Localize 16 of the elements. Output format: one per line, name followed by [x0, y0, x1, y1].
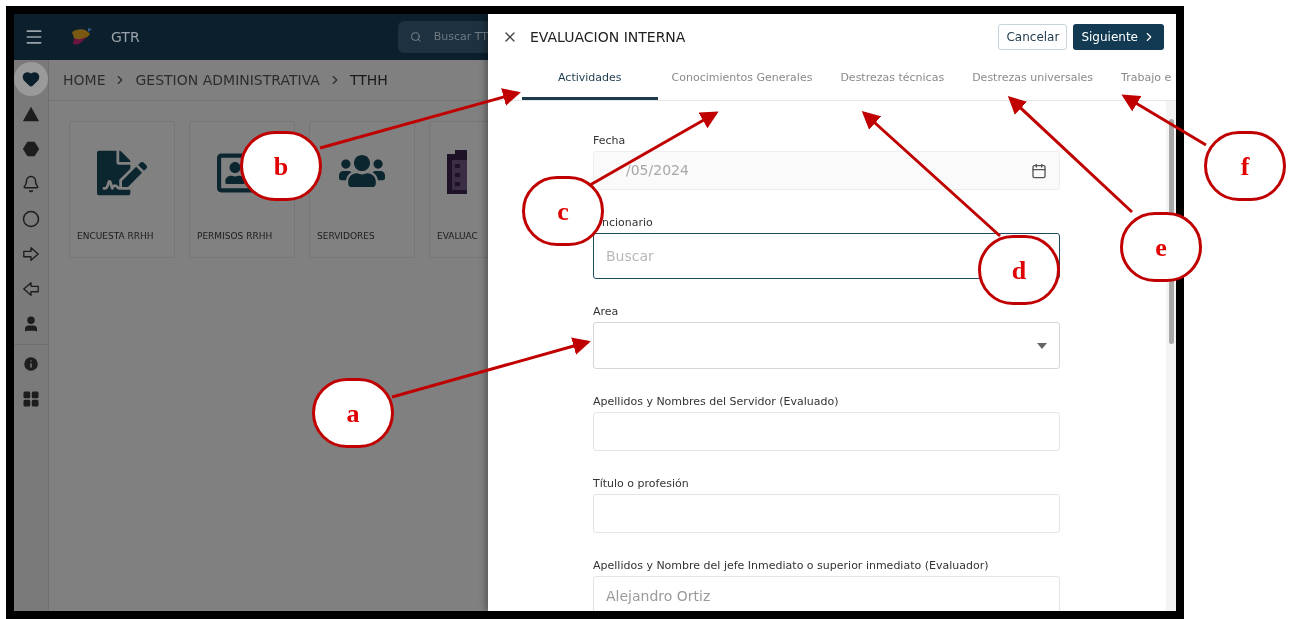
card-label: PERMISOS RRHH — [197, 230, 274, 243]
field-label: Area — [593, 306, 620, 318]
field-label: Apellidos y Nombres del Servidor (Evaluado) — [593, 396, 840, 408]
card-label: ENCUESTA RRHH — [77, 230, 155, 243]
card-label: SERVIDORES — [317, 230, 376, 243]
card-label: EVALUAC — [437, 230, 479, 243]
callout-tooltip: e — [1120, 212, 1202, 282]
field-label: ncionario — [601, 217, 654, 229]
callout-tooltip: f — [1204, 131, 1286, 201]
field-label: Título o profesión — [593, 478, 690, 490]
search-placeholder: Buscar TT — [433, 28, 488, 45]
app-title: GTR — [111, 27, 140, 47]
field-label: Apellidos y Nombre del jefe Inmediato o superior inmediato (Evaluador) — [593, 560, 990, 572]
field-label: Fecha — [593, 135, 627, 147]
drawer-title: EVALUACION INTERNA — [530, 27, 686, 47]
date-value: /05/2024 — [625, 161, 689, 180]
